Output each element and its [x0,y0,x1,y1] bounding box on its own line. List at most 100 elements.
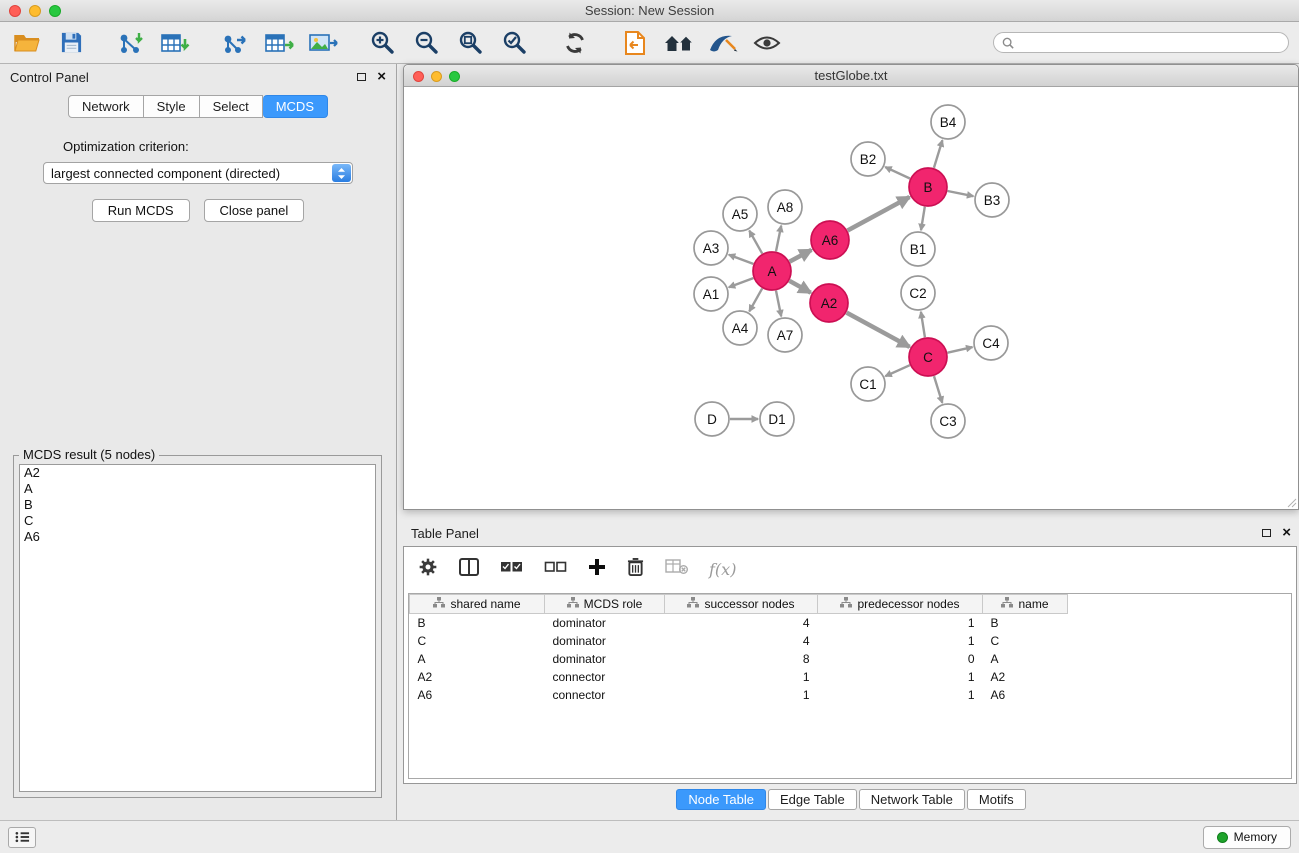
table-cell[interactable]: 1 [818,686,983,704]
graph-node-C2[interactable]: C2 [901,276,935,310]
function-builder-button[interactable]: f(x) [709,560,736,579]
show-hide-details-button[interactable] [750,27,784,59]
table-cell[interactable]: 4 [665,614,818,633]
graph-edge-A-A5[interactable] [749,231,762,254]
graph-edge-B-B3[interactable] [948,191,974,196]
resize-grip-icon[interactable] [1285,496,1297,508]
graph-node-C1[interactable]: C1 [851,367,885,401]
graph-node-C4[interactable]: C4 [974,326,1008,360]
table-cell[interactable]: A6 [410,686,545,704]
graph-edge-B-B4[interactable] [934,140,943,168]
float-table-panel-icon[interactable] [1262,529,1271,537]
network-close-button[interactable] [413,71,424,82]
graph-node-D1[interactable]: D1 [760,402,794,436]
table-tab-network-table[interactable]: Network Table [859,789,965,810]
apply-layout-button[interactable] [558,27,592,59]
zoom-selected-button[interactable] [498,27,532,59]
graph-node-A3[interactable]: A3 [694,231,728,265]
table-cell[interactable]: dominator [545,650,665,668]
create-column-button[interactable] [588,558,606,581]
table-cell[interactable]: B [983,614,1068,633]
graph-node-C[interactable]: C [909,338,947,376]
table-tab-edge-table[interactable]: Edge Table [768,789,857,810]
column-header-name[interactable]: name [983,595,1068,614]
graph-edge-A-A4[interactable] [749,288,762,311]
import-table-button[interactable] [158,27,192,59]
mcds-result-item[interactable]: A2 [20,465,375,481]
zoom-in-button[interactable] [366,27,400,59]
import-network-button[interactable] [114,27,148,59]
delete-table-button[interactable] [665,558,688,580]
graph-edge-A-A8[interactable] [776,226,781,252]
table-cell[interactable]: A6 [983,686,1068,704]
table-cell[interactable]: B [410,614,545,633]
graph-edge-C-C3[interactable] [934,376,942,403]
table-tab-motifs[interactable]: Motifs [967,789,1026,810]
graph-edge-C-C4[interactable] [948,347,973,353]
graph-edge-A6-B[interactable] [848,197,910,231]
close-panel-icon[interactable]: × [377,71,386,83]
table-cell[interactable]: 1 [665,668,818,686]
graph-edge-C-C1[interactable] [885,365,910,376]
mcds-result-item[interactable]: B [20,497,375,513]
table-cell[interactable]: connector [545,668,665,686]
graph-edge-A-A2[interactable] [789,281,810,293]
graph-node-A6[interactable]: A6 [811,221,849,259]
graph-edge-A-A1[interactable] [729,278,754,287]
table-tab-node-table[interactable]: Node Table [676,789,766,810]
table-cell[interactable]: 8 [665,650,818,668]
column-header-shared-name[interactable]: shared name [410,595,545,614]
table-cell[interactable]: 4 [665,632,818,650]
graph-edge-B-B1[interactable] [921,207,925,231]
graph-node-B2[interactable]: B2 [851,142,885,176]
table-row[interactable]: Bdominator41B [410,614,1068,633]
close-table-panel-icon[interactable]: × [1282,527,1291,539]
column-header-predecessor-nodes[interactable]: predecessor nodes [818,595,983,614]
show-columns-button[interactable] [459,558,479,581]
close-window-button[interactable] [9,5,21,17]
open-file-button[interactable] [10,27,44,59]
table-cell[interactable]: dominator [545,614,665,633]
table-row[interactable]: Adominator80A [410,650,1068,668]
table-cell[interactable]: 1 [818,668,983,686]
zoom-window-button[interactable] [49,5,61,17]
zoom-out-button[interactable] [410,27,444,59]
memory-button[interactable]: Memory [1203,826,1291,849]
column-header-successor-nodes[interactable]: successor nodes [665,595,818,614]
table-cell[interactable]: A2 [410,668,545,686]
table-row[interactable]: A6connector11A6 [410,686,1068,704]
graph-node-C3[interactable]: C3 [931,404,965,438]
control-tab-network[interactable]: Network [68,95,144,118]
graphics-details-button[interactable] [706,27,740,59]
graph-node-D[interactable]: D [695,402,729,436]
graph-node-B4[interactable]: B4 [931,105,965,139]
graph-node-A2[interactable]: A2 [810,284,848,322]
run-mcds-button[interactable]: Run MCDS [92,199,190,222]
table-cell[interactable]: C [983,632,1068,650]
control-tab-style[interactable]: Style [144,95,200,118]
zoom-fit-button[interactable] [454,27,488,59]
export-table-button[interactable] [262,27,296,59]
mcds-result-item[interactable]: A [20,481,375,497]
criterion-dropdown[interactable]: largest connected component (directed) [43,162,353,184]
graph-edge-A2-C[interactable] [847,313,910,347]
graph-edge-A-A6[interactable] [790,250,812,262]
graph-node-A4[interactable]: A4 [723,311,757,345]
column-header-mcds-role[interactable]: MCDS role [545,595,665,614]
table-row[interactable]: A2connector11A2 [410,668,1068,686]
network-graph[interactable]: AA1A2A3A4A5A6A7A8BB1B2B3B4CC1C2C3C4DD1 [404,87,1298,509]
graph-node-B[interactable]: B [909,168,947,206]
graph-node-B3[interactable]: B3 [975,183,1009,217]
table-cell[interactable]: 1 [665,686,818,704]
export-image-button[interactable] [306,27,340,59]
table-cell[interactable]: C [410,632,545,650]
graph-node-A5[interactable]: A5 [723,197,757,231]
graph-node-A7[interactable]: A7 [768,318,802,352]
search-input[interactable] [1019,36,1280,50]
graph-node-A1[interactable]: A1 [694,277,728,311]
float-panel-icon[interactable] [357,73,366,81]
search-field[interactable] [993,32,1289,53]
open-session-file-button[interactable] [618,27,652,59]
network-zoom-button[interactable] [449,71,460,82]
task-history-button[interactable] [8,827,36,848]
